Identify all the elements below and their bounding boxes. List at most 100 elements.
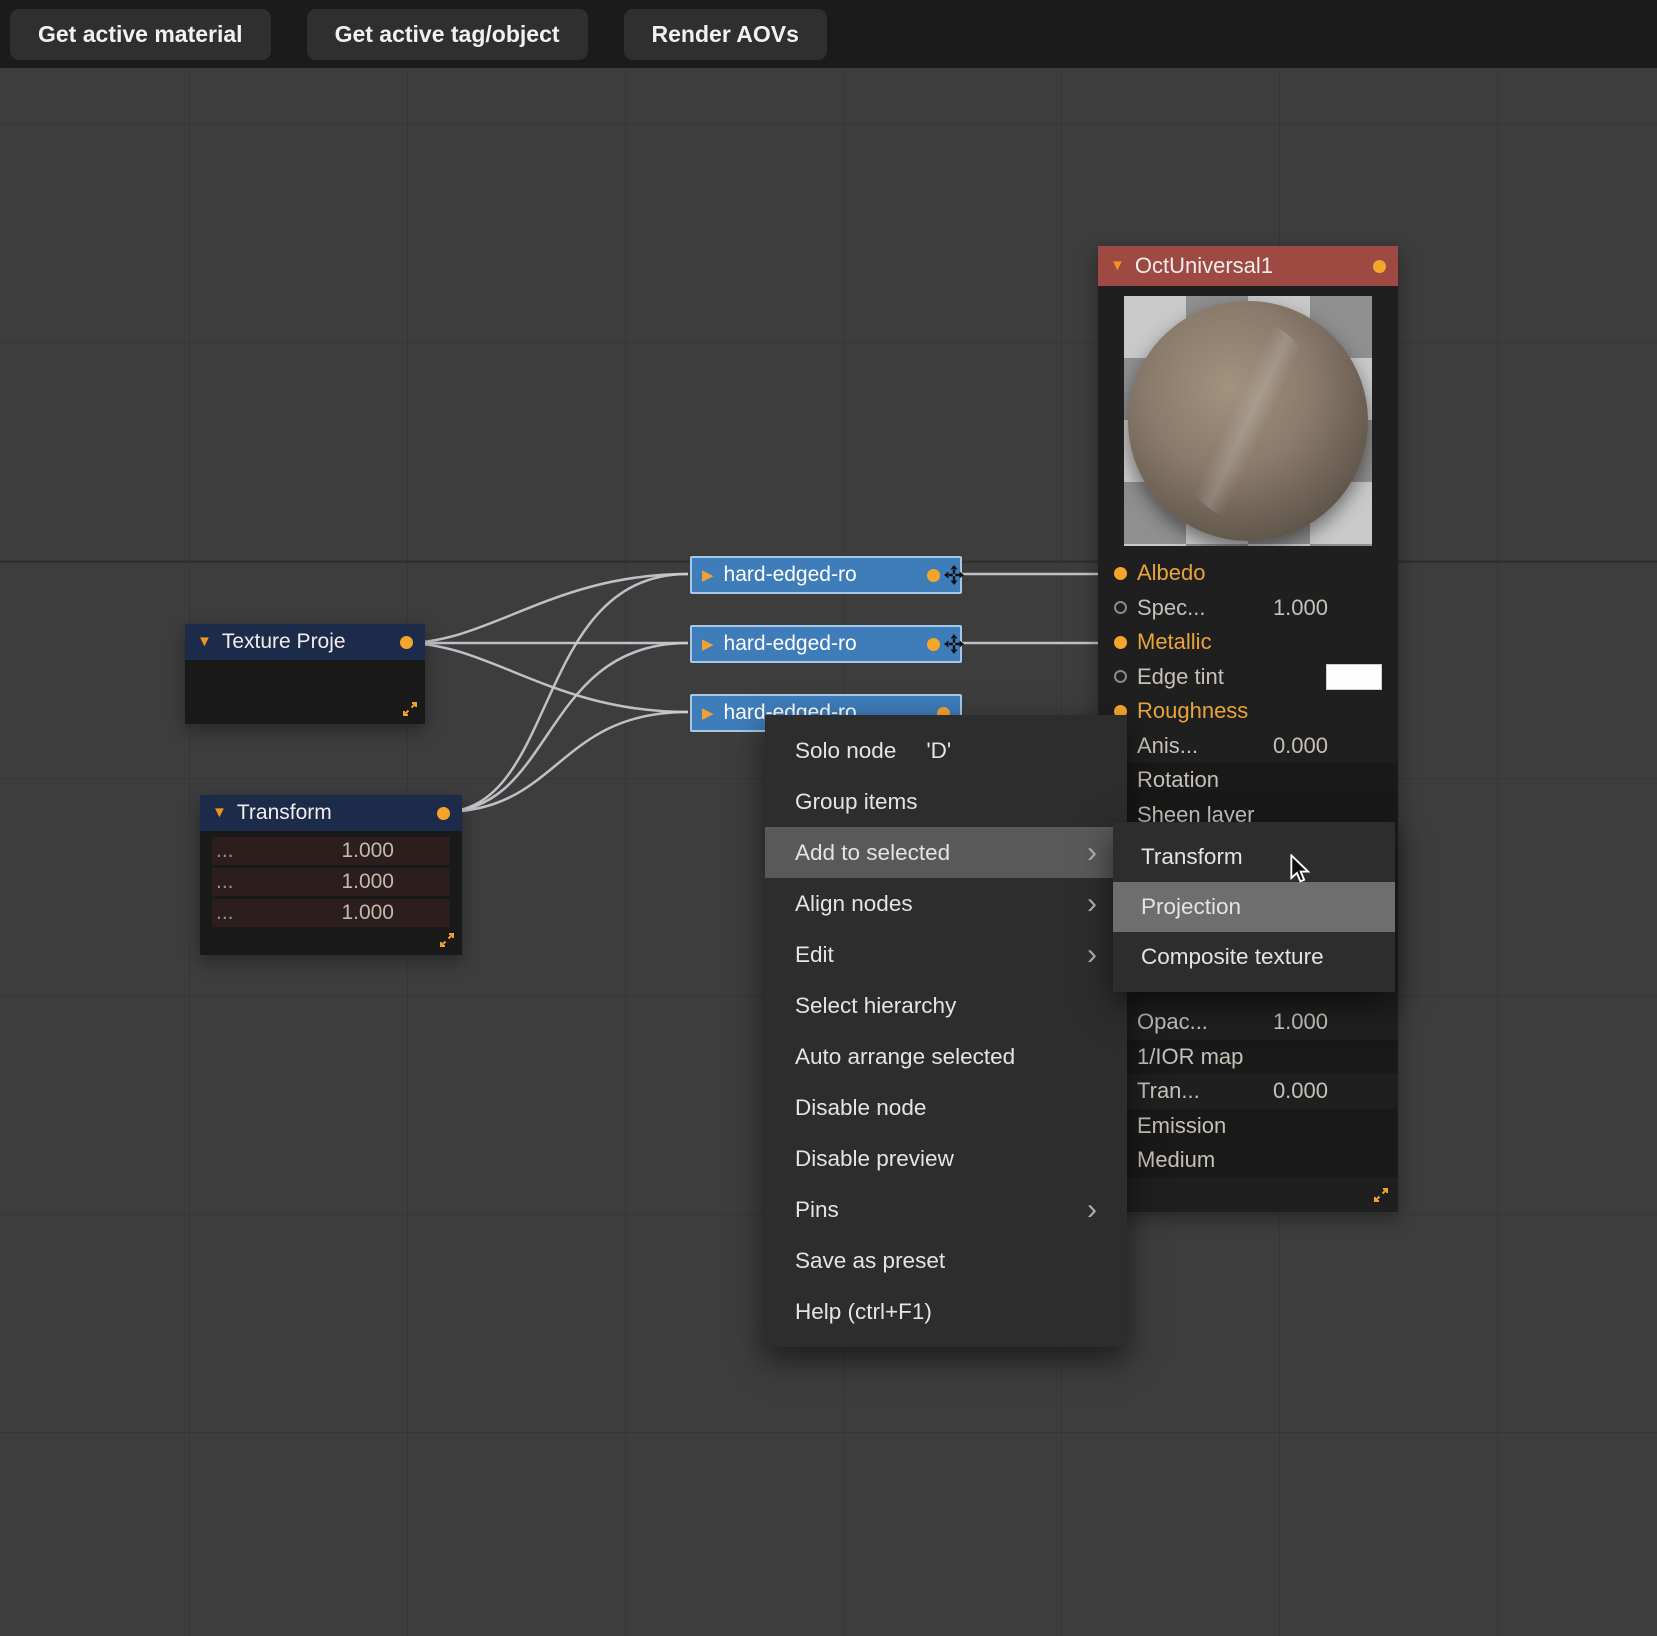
param-value[interactable]: 0.000 <box>1273 1078 1328 1104</box>
menu-shortcut: 'D' <box>926 737 952 763</box>
menu-item-label: Disable node <box>795 1094 927 1120</box>
expand-icon[interactable] <box>1372 1186 1390 1204</box>
menu-item-select-hierarchy[interactable]: Select hierarchy <box>765 980 1127 1031</box>
menu-item-label: Transform <box>1141 844 1243 869</box>
param-label: 1/IOR map <box>1137 1043 1244 1069</box>
wire <box>441 641 689 814</box>
param-row-albedo[interactable]: Albedo <box>1098 556 1398 591</box>
param-row-ior-map[interactable]: 1/IOR map <box>1098 1039 1398 1074</box>
param-label: Emission <box>1137 1112 1227 1138</box>
param-label: Medium <box>1137 1147 1216 1173</box>
expand-arrow-icon[interactable] <box>702 704 714 723</box>
submenu-arrow-icon <box>1087 940 1097 970</box>
octane-node-editor: Get active material Get active tag/objec… <box>0 0 1657 1636</box>
texture-node-1[interactable]: hard-edged-ro <box>690 556 964 594</box>
param-row-roughness[interactable]: Roughness <box>1098 694 1398 729</box>
collapse-arrow-icon[interactable] <box>197 633 212 651</box>
param-label: Rotation <box>1137 767 1219 793</box>
param-value[interactable]: 1.000 <box>341 901 394 925</box>
param-row-rotation[interactable]: Rotation <box>1098 763 1398 798</box>
submenu-item-transform[interactable]: Transform <box>1113 832 1395 882</box>
menu-item-label: Save as preset <box>795 1247 946 1273</box>
param-label: Edge tint <box>1137 663 1224 689</box>
param-list-upper: Albedo Spec... 1.000 Metallic Edge tint … <box>1098 556 1398 832</box>
param-label: Spec... <box>1137 594 1206 620</box>
transform-row[interactable]: ... 1.000 <box>212 868 450 896</box>
menu-item-label: Add to selected <box>795 839 951 865</box>
param-row-specular[interactable]: Spec... 1.000 <box>1098 591 1398 626</box>
param-label: ... <box>216 901 234 924</box>
param-label: ... <box>216 839 234 862</box>
param-row-emission[interactable]: Emission <box>1098 1108 1398 1143</box>
menu-item-disable-preview[interactable]: Disable preview <box>765 1133 1127 1184</box>
transform-node[interactable]: Transform ... 1.000 ... 1.000 ... 1.000 <box>200 795 462 955</box>
input-port[interactable] <box>1114 566 1127 580</box>
param-label: Albedo <box>1137 560 1206 586</box>
node-header[interactable]: OctUniversal1 <box>1098 246 1398 286</box>
get-active-tag-object-button[interactable]: Get active tag/object <box>306 8 588 60</box>
param-value[interactable]: 0.000 <box>1273 733 1328 759</box>
param-value[interactable]: 1.000 <box>1273 1009 1328 1035</box>
menu-item-save-as-preset[interactable]: Save as preset <box>765 1235 1127 1286</box>
menu-item-group-items[interactable]: Group items <box>765 776 1127 827</box>
menu-item-auto-arrange-selected[interactable]: Auto arrange selected <box>765 1031 1127 1082</box>
output-port[interactable] <box>927 568 940 582</box>
input-port[interactable] <box>1114 670 1127 684</box>
expand-icon[interactable] <box>401 700 419 718</box>
param-label: Tran... <box>1137 1078 1200 1104</box>
edge-tint-swatch[interactable] <box>1326 663 1382 690</box>
node-header[interactable]: Texture Proje <box>185 624 425 660</box>
menu-item-label: Solo node <box>795 737 897 763</box>
collapse-arrow-icon[interactable] <box>1110 257 1125 275</box>
transform-row[interactable]: ... 1.000 <box>212 899 450 927</box>
transform-values: ... 1.000 ... 1.000 ... 1.000 <box>200 837 462 927</box>
transform-row[interactable]: ... 1.000 <box>212 837 450 865</box>
param-row-edge-tint[interactable]: Edge tint <box>1098 660 1398 695</box>
node-title: hard-edged-ro <box>723 563 857 586</box>
param-label: Anis... <box>1137 732 1199 758</box>
menu-item-label: Group items <box>795 788 918 814</box>
input-port[interactable] <box>1114 601 1127 615</box>
expand-icon[interactable] <box>438 931 456 949</box>
param-label: Metallic <box>1137 629 1212 655</box>
collapse-arrow-icon[interactable] <box>212 804 227 822</box>
param-value[interactable]: 1.000 <box>1273 595 1328 621</box>
menu-item-pins[interactable]: Pins <box>765 1184 1127 1235</box>
menu-item-add-to-selected[interactable]: Add to selected <box>765 827 1127 878</box>
param-row-metallic[interactable]: Metallic <box>1098 625 1398 660</box>
menu-item-label: Select hierarchy <box>795 992 957 1018</box>
texture-projection-node[interactable]: Texture Proje <box>185 624 425 724</box>
output-port[interactable] <box>927 637 940 651</box>
submenu-item-composite-texture[interactable]: Composite texture <box>1113 932 1395 982</box>
universal-material-node[interactable]: OctUniversal1 Albedo Spec... 1.000 Metal… <box>1098 246 1398 1212</box>
submenu-item-projection[interactable]: Projection <box>1113 882 1395 932</box>
output-port[interactable] <box>400 635 413 649</box>
node-title: hard-edged-ro <box>723 632 857 655</box>
param-value[interactable]: 1.000 <box>341 870 394 894</box>
context-menu: Solo node 'D' Group items Add to selecte… <box>765 715 1127 1347</box>
expand-arrow-icon[interactable] <box>702 635 714 654</box>
output-port[interactable] <box>1373 259 1386 273</box>
param-row-anisotropy[interactable]: Anis... 0.000 <box>1098 729 1398 764</box>
param-row-medium[interactable]: Medium <box>1098 1143 1398 1178</box>
menu-item-help[interactable]: Help (ctrl+F1) <box>765 1286 1127 1337</box>
param-row-transmission[interactable]: Tran... 0.000 <box>1098 1074 1398 1109</box>
menu-item-disable-node[interactable]: Disable node <box>765 1082 1127 1133</box>
menu-item-solo-node[interactable]: Solo node 'D' <box>765 725 1127 776</box>
menu-item-align-nodes[interactable]: Align nodes <box>765 878 1127 929</box>
param-row-opacity[interactable]: Opac... 1.000 <box>1098 1005 1398 1040</box>
move-icon[interactable] <box>944 565 964 585</box>
input-port[interactable] <box>1114 635 1127 649</box>
get-active-material-button[interactable]: Get active material <box>10 8 271 60</box>
menu-item-edit[interactable]: Edit <box>765 929 1127 980</box>
texture-node-2[interactable]: hard-edged-ro <box>690 625 964 663</box>
move-icon[interactable] <box>944 634 964 654</box>
node-header[interactable]: Transform <box>200 795 462 831</box>
param-label: ... <box>216 870 234 893</box>
output-port[interactable] <box>437 806 450 820</box>
menu-item-label: Help (ctrl+F1) <box>795 1298 932 1324</box>
render-aovs-button[interactable]: Render AOVs <box>623 8 827 60</box>
param-value[interactable]: 1.000 <box>341 839 394 863</box>
expand-arrow-icon[interactable] <box>702 566 714 585</box>
wire <box>441 572 689 814</box>
